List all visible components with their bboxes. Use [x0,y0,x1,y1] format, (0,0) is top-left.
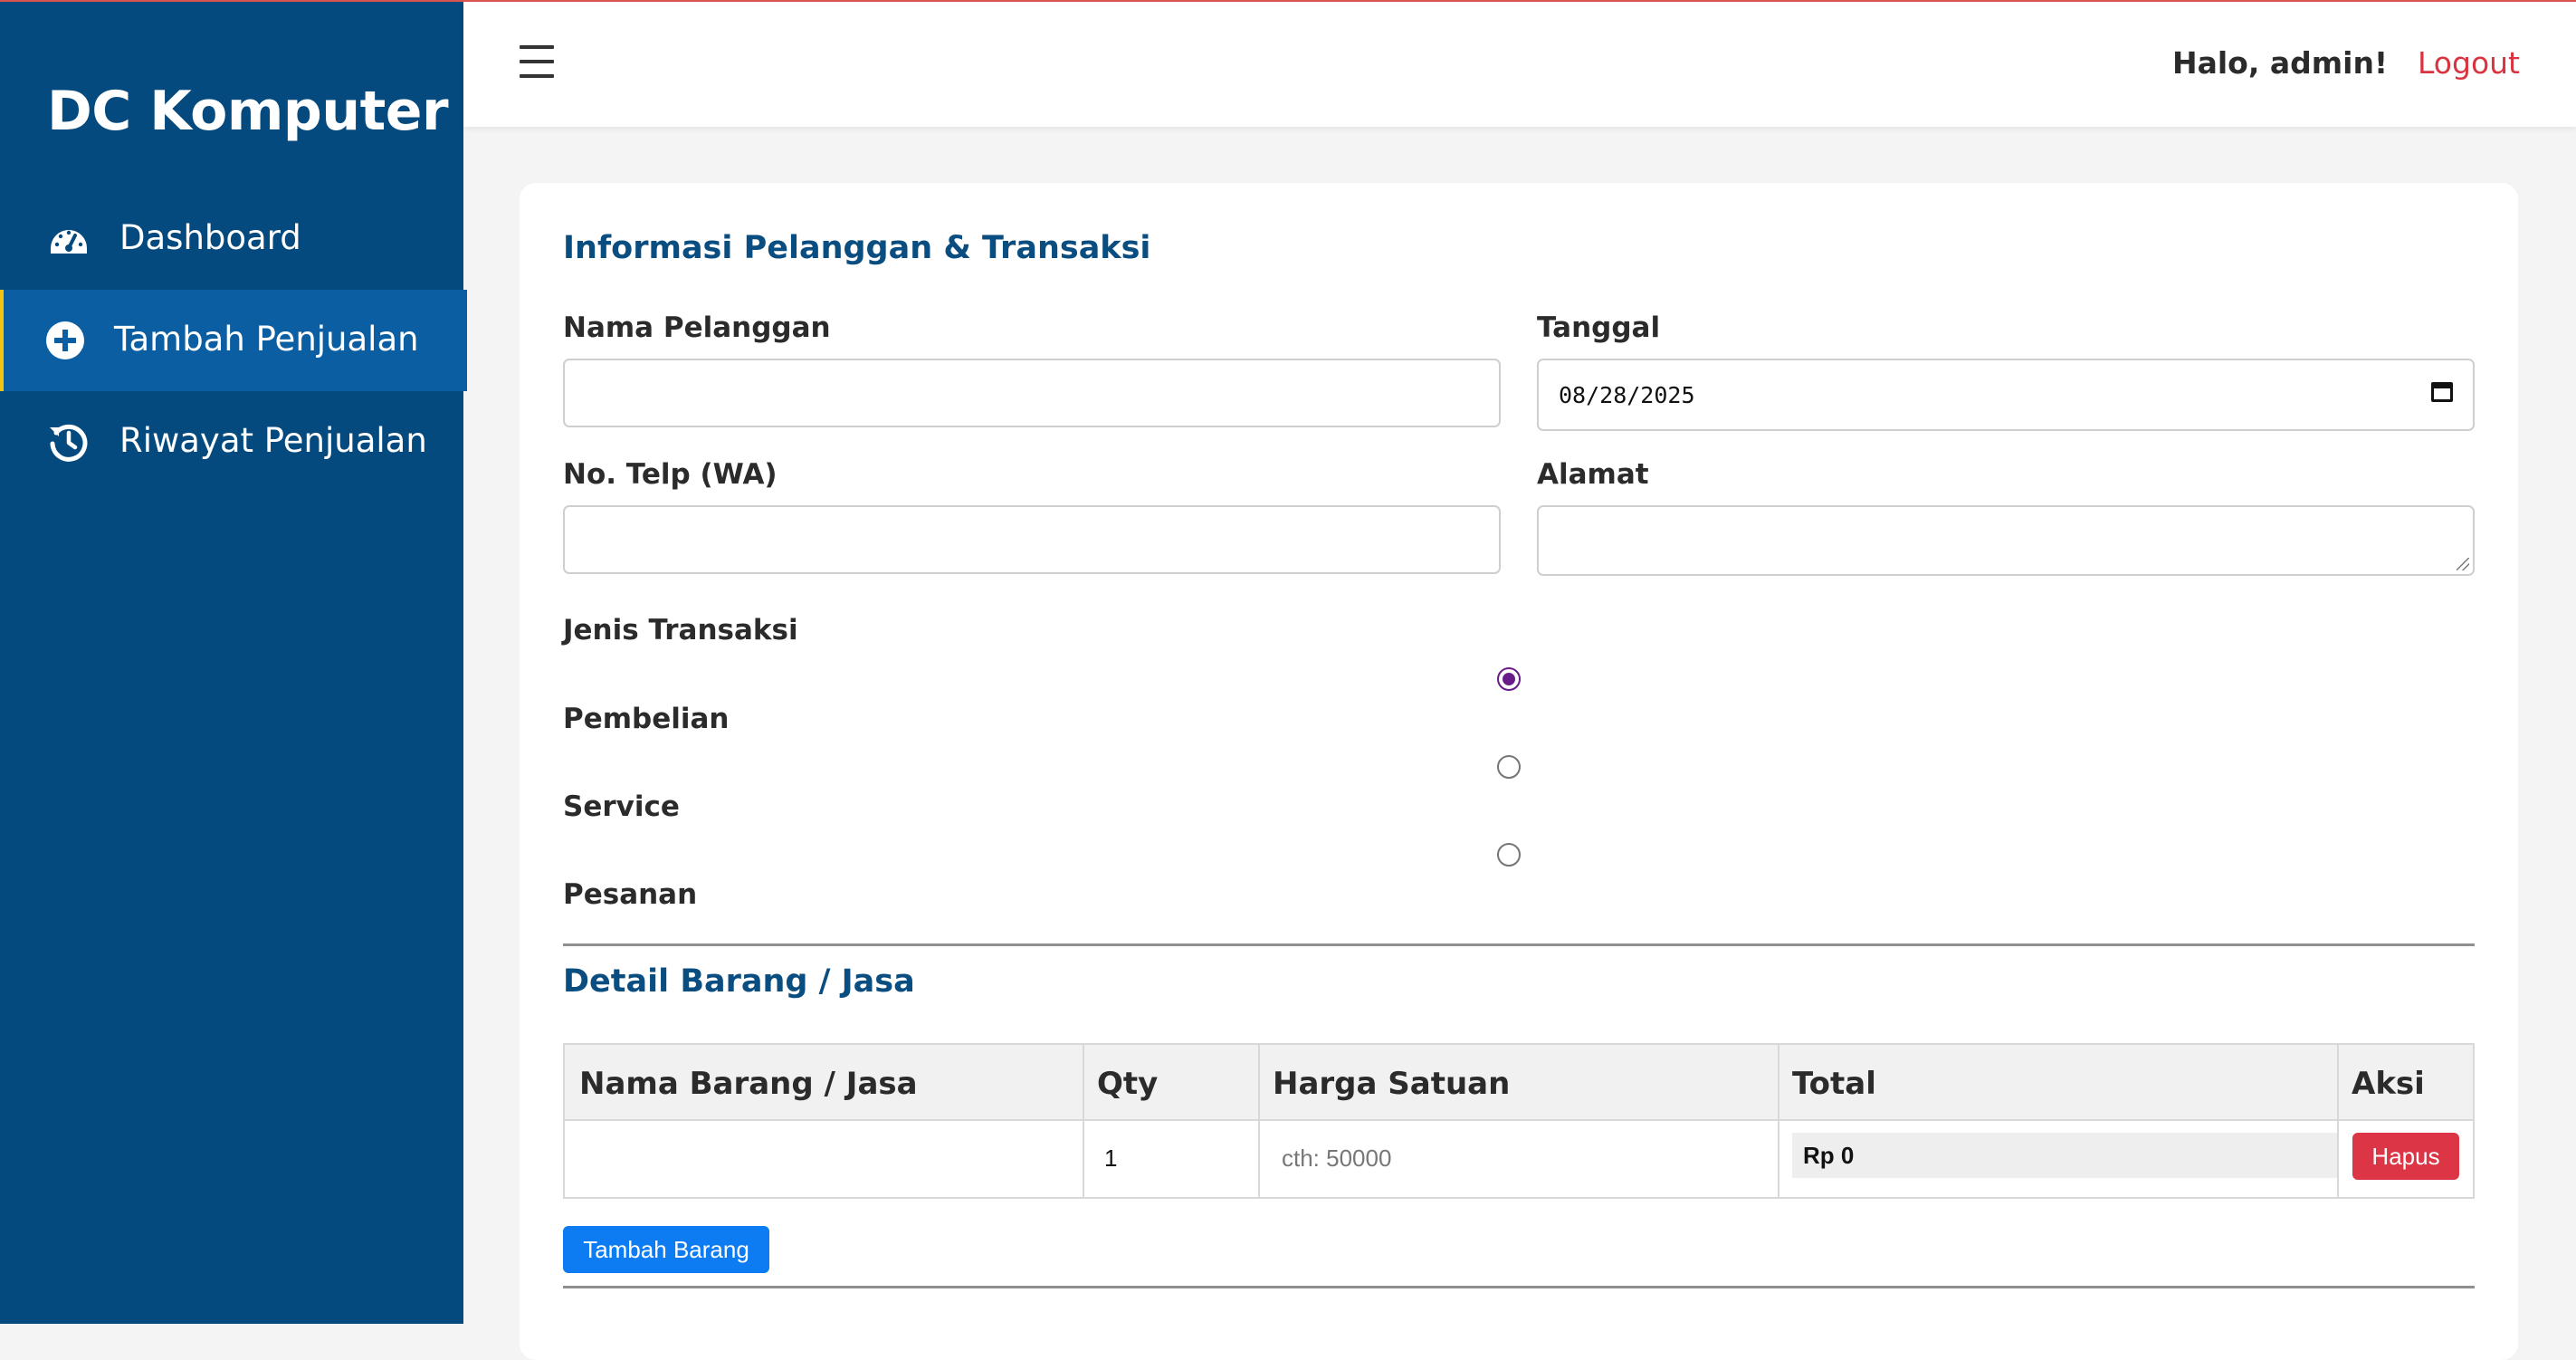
nama-pelanggan-input[interactable] [563,359,1501,427]
tachometer-icon [47,217,91,261]
column-header-aksi: Aksi [2352,1066,2425,1102]
radio-service[interactable] [1497,755,1521,779]
sidebar-item-dashboard[interactable]: Dashboard [0,188,463,290]
alamat-textarea[interactable] [1537,505,2475,576]
total-value: Rp 0 [1803,1142,1855,1169]
telp-label: No. Telp (WA) [563,458,778,491]
greeting-text: Halo, admin! [2171,45,2388,81]
sidebar-item-riwayat-penjualan[interactable]: Riwayat Penjualan [0,391,463,493]
column-header-nama: Nama Barang / Jasa [579,1066,918,1102]
brand-title: DC Komputer [47,80,449,143]
harga-satuan-input[interactable]: cth: 50000 [1282,1145,1391,1173]
section-divider [563,1286,2475,1288]
items-table: Nama Barang / Jasa Qty Harga Satuan Tota… [563,1043,2475,1199]
tambah-barang-button[interactable]: Tambah Barang [563,1226,769,1273]
sidebar-item-label: Dashboard [119,218,301,257]
sidebar-item-label: Tambah Penjualan [114,320,419,359]
column-header-harga: Harga Satuan [1273,1066,1511,1102]
sidebar-item-label: Riwayat Penjualan [119,421,427,460]
top-accent-line [0,0,2576,2]
resize-handle-icon[interactable] [2457,558,2469,570]
sidebar: DC Komputer Dashboard Tambah Penjualan R… [0,0,467,1324]
history-icon [47,420,91,464]
column-divider [2337,1045,2339,1197]
calendar-icon[interactable] [2431,382,2453,402]
jenis-transaksi-label: Jenis Transaksi [563,614,798,646]
telp-input[interactable] [563,505,1501,574]
total-field: Rp 0 [1792,1133,2337,1178]
plus-circle-icon [43,319,87,362]
alamat-label: Alamat [1537,458,1649,491]
radio-pesanan[interactable] [1497,843,1521,867]
column-header-qty: Qty [1097,1066,1159,1102]
tanggal-value: 08/28/2025 [1559,382,1695,408]
tanggal-label: Tanggal [1537,311,1661,344]
section-divider [563,943,2475,946]
tanggal-input[interactable]: 08/28/2025 [1537,359,2475,431]
sidebar-item-tambah-penjualan[interactable]: Tambah Penjualan [0,290,467,391]
radio-label-pembelian: Pembelian [563,703,730,735]
column-divider [1083,1045,1084,1197]
nama-barang-input[interactable] [574,1123,1077,1193]
column-header-total: Total [1792,1066,1876,1102]
logout-link[interactable]: Logout [2418,45,2520,81]
hapus-button[interactable]: Hapus [2352,1133,2459,1180]
column-divider [1258,1045,1260,1197]
qty-input[interactable]: 1 [1104,1145,1117,1173]
column-divider [1778,1045,1779,1197]
radio-label-service: Service [563,790,680,823]
section-title-detail: Detail Barang / Jasa [563,963,915,1000]
radio-pembelian[interactable] [1497,667,1521,691]
top-header: Halo, admin! Logout [463,0,2576,127]
hamburger-icon[interactable] [520,45,554,78]
section-title-customer: Informasi Pelanggan & Transaksi [563,230,1151,266]
sales-form-card: Informasi Pelanggan & Transaksi Nama Pel… [520,183,2518,1360]
radio-label-pesanan: Pesanan [563,878,698,911]
nama-pelanggan-label: Nama Pelanggan [563,311,831,344]
